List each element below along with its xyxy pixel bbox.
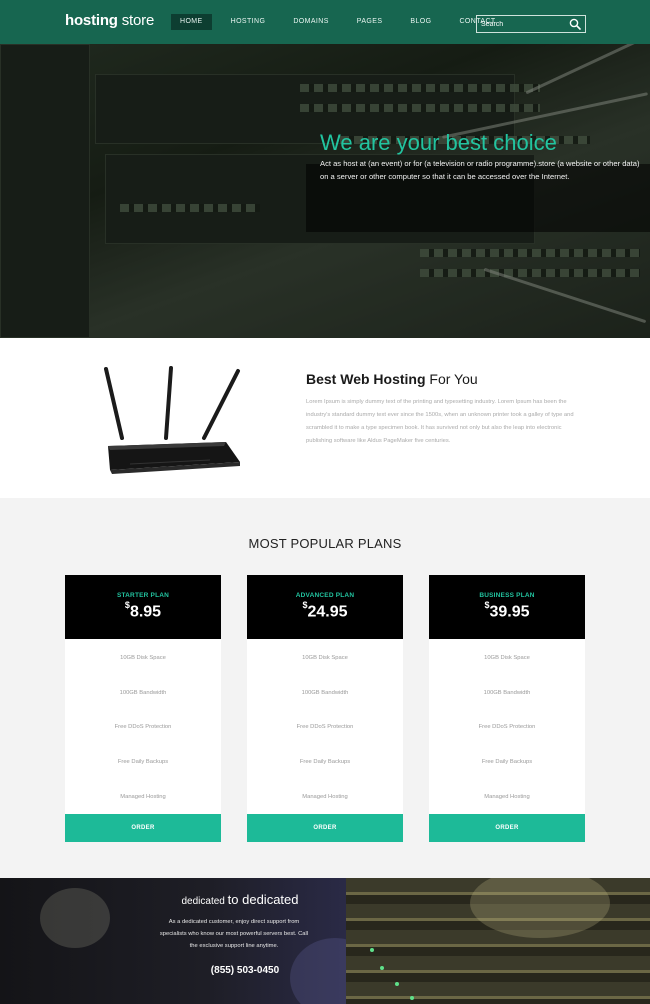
nav-blog[interactable]: BLOG [401,14,440,30]
plan-card-business: BUSINESS PLAN $39.95 10GB Disk Space 100… [429,575,585,842]
plan-price: $39.95 [429,600,585,621]
main-nav: HOME HOSTING DOMAINS PAGES BLOG CONTACT [171,14,515,30]
plan-price-value: 8.95 [129,603,162,621]
nav-hosting[interactable]: HOSTING [222,14,275,30]
plan-feature: 100GB Bandwidth [301,690,349,696]
server-led-shape [395,982,399,986]
about-text: Lorem Ipsum is simply dummy text of the … [306,399,574,444]
order-button-advanced[interactable]: ORDER [247,814,403,842]
hero-title: We are your best choice [320,130,557,155]
plan-feature: Managed Hosting [302,794,348,800]
nav-pages[interactable]: PAGES [348,14,392,30]
order-button-starter[interactable]: ORDER [65,814,221,842]
plan-header: STARTER PLAN $8.95 [65,575,221,639]
dedicated-section: dedicated to dedicated As a dedicated cu… [0,878,650,1004]
plan-header: BUSINESS PLAN $39.95 [429,575,585,639]
currency-symbol: $ [484,600,490,610]
plan-feature: 10GB Disk Space [484,655,530,661]
plan-name: STARTER PLAN [116,592,170,599]
plan-feature: Free DDoS Protection [114,724,172,730]
about-title-rest: For You [429,371,478,387]
plan-card-starter: STARTER PLAN $8.95 10GB Disk Space 100GB… [65,575,221,842]
server-led-shape [370,948,374,952]
plan-feature: Managed Hosting [120,794,166,800]
logo-rest-text: store [121,12,155,29]
dedicated-text: As a dedicated customer, enjoy direct su… [159,919,309,949]
hero-text: Act as host at (an event) or for (a tele… [320,159,640,181]
bg-blob-shape [40,888,110,948]
router-image [104,366,240,474]
plan-name: BUSINESS PLAN [479,592,535,599]
plan-feature: Managed Hosting [484,794,530,800]
nav-home[interactable]: HOME [171,14,212,30]
currency-symbol: $ [302,600,308,610]
plan-feature: Free DDoS Protection [296,724,354,730]
currency-symbol: $ [124,600,130,610]
logo-bold-text: hosting [65,12,118,29]
dedicated-title-small: dedicated [181,896,225,907]
server-led-shape [410,996,414,1000]
plan-feature: 10GB Disk Space [302,655,348,661]
plans-section: MOST POPULAR PLANS STARTER PLAN $8.95 10… [0,498,650,878]
plan-feature: Free Daily Backups [299,759,351,765]
order-button-business[interactable]: ORDER [429,814,585,842]
plan-feature: 100GB Bandwidth [483,690,531,696]
plan-name: ADVANCED PLAN [295,592,355,599]
dedicated-title: dedicated to dedicated [160,892,320,907]
server-led-shape [380,966,384,970]
nav-domains[interactable]: DOMAINS [284,14,337,30]
plan-card-advanced: ADVANCED PLAN $24.95 10GB Disk Space 100… [247,575,403,842]
support-phone[interactable]: (855) 503-0450 [190,965,300,976]
site-logo[interactable]: hosting store [65,12,154,29]
dedicated-title-big: to dedicated [227,892,299,907]
search-input[interactable] [477,16,565,32]
about-section: Best Web Hosting For You Lorem Ipsum is … [0,338,650,498]
hero-banner [0,44,650,338]
plan-price-value: 39.95 [489,603,530,621]
plan-price: $8.95 [65,600,221,621]
search-box [476,15,586,33]
plan-feature: Free Daily Backups [481,759,533,765]
about-title-bold: Best Web Hosting [306,371,426,387]
search-icon[interactable] [569,18,581,30]
plan-price-value: 24.95 [307,603,348,621]
plan-price: $24.95 [247,600,403,621]
plans-title: MOST POPULAR PLANS [248,536,402,551]
plan-header: ADVANCED PLAN $24.95 [247,575,403,639]
plan-feature: Free Daily Backups [117,759,169,765]
plan-feature: 10GB Disk Space [120,655,166,661]
site-header: hosting store HOME HOSTING DOMAINS PAGES… [0,0,650,44]
about-title: Best Web Hosting For You [306,371,478,387]
plan-feature: Free DDoS Protection [478,724,536,730]
plan-feature: 100GB Bandwidth [119,690,167,696]
